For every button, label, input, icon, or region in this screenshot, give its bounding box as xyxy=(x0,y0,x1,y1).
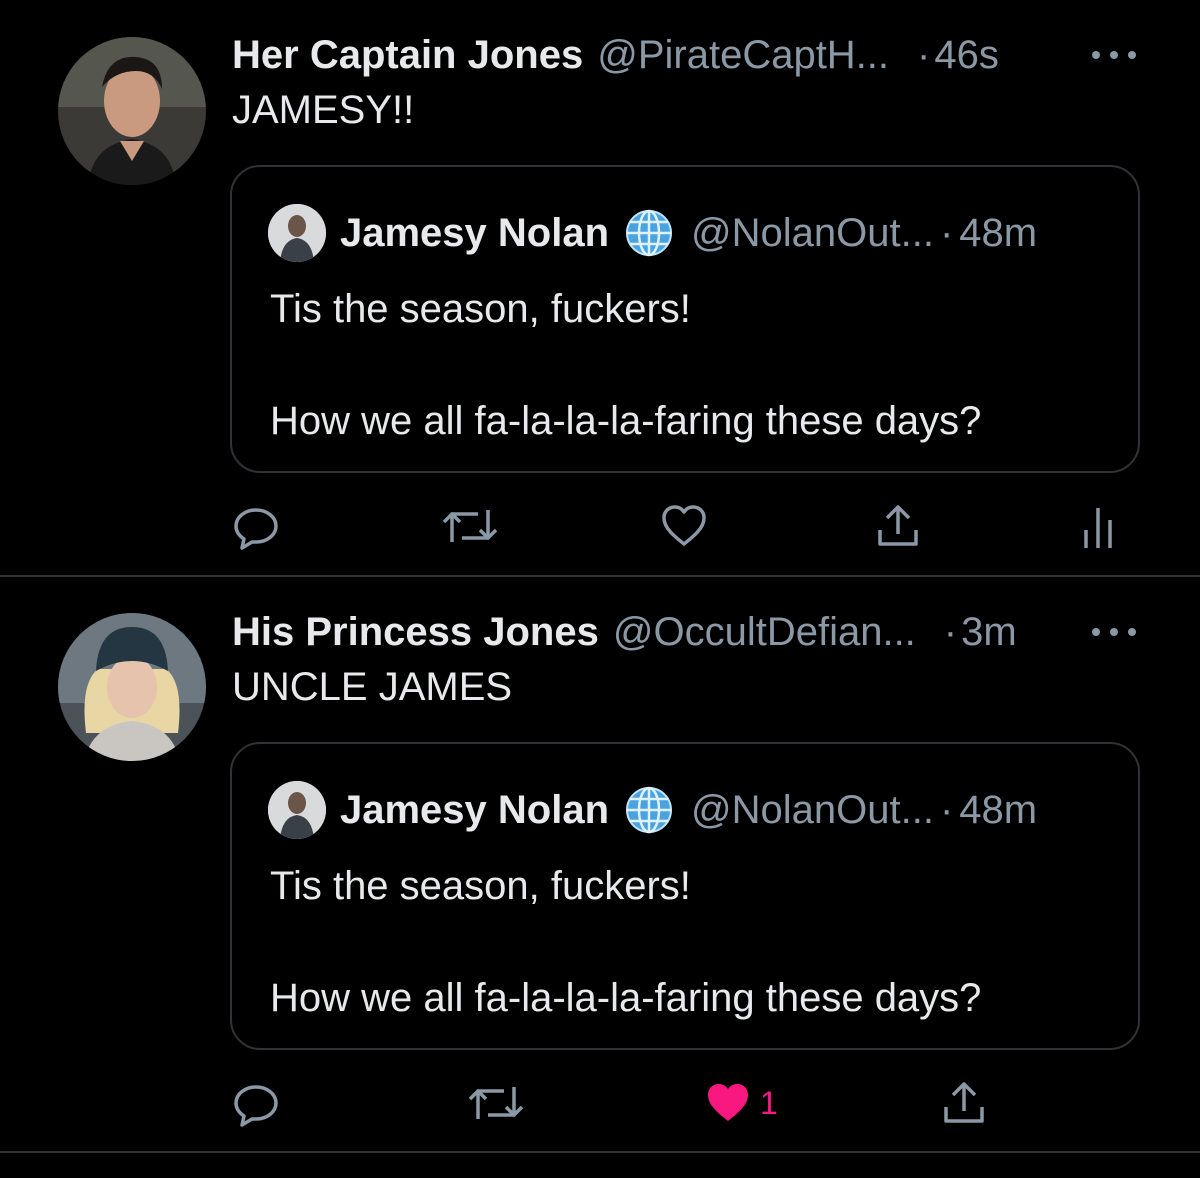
globe-icon xyxy=(626,786,673,834)
separator-dot: · xyxy=(939,210,954,255)
quoted-tweet-text-line: Tis the season, fuckers! xyxy=(270,287,691,331)
quoted-tweet[interactable]: Jamesy Nolan @NolanOut... · 48m Tis the … xyxy=(230,165,1140,473)
heart-outline-icon xyxy=(662,505,706,546)
reply-icon xyxy=(234,508,278,550)
share-button[interactable] xyxy=(874,500,922,552)
reply-button[interactable] xyxy=(232,500,280,552)
quoted-tweet-text-line: How we all fa-la-la-la-faring these days… xyxy=(270,976,982,1020)
quoted-tweet[interactable]: Jamesy Nolan @NolanOut... · 48m Tis the … xyxy=(230,742,1140,1050)
separator-dot: · xyxy=(917,32,931,77)
analytics-icon xyxy=(1084,508,1112,548)
quoted-tweet-text-line: How we all fa-la-la-la-faring these days… xyxy=(270,399,982,443)
retweet-button[interactable] xyxy=(440,500,500,552)
tweet-header: His Princess Jones @OccultDefian... · 3m xyxy=(232,607,1017,657)
quoted-tweet-timestamp: 48m xyxy=(959,210,1038,255)
tweet-timestamp[interactable]: 46s xyxy=(934,33,999,78)
heart-filled-icon xyxy=(708,1084,748,1121)
author-display-name[interactable]: His Princess Jones xyxy=(232,610,599,655)
reply-button[interactable] xyxy=(232,1077,280,1129)
like-button[interactable]: 1 xyxy=(704,1077,778,1129)
quoted-author-display-name: Jamesy Nolan xyxy=(340,787,610,832)
globe-icon xyxy=(626,209,673,257)
more-options-icon[interactable] xyxy=(1092,40,1136,70)
like-count: 1 xyxy=(760,1084,778,1121)
tweet-text: UNCLE JAMES xyxy=(232,665,513,709)
quoted-tweet-header: Jamesy Nolan @NolanOut... · 48m xyxy=(268,781,1038,839)
retweet-icon xyxy=(442,510,498,542)
author-display-name[interactable]: Her Captain Jones xyxy=(232,33,583,78)
tweet[interactable]: His Princess Jones @OccultDefian... · 3m… xyxy=(0,577,1200,1151)
share-button[interactable] xyxy=(940,1077,988,1129)
separator-dot: · xyxy=(943,609,958,654)
tweet-text: JAMESY!! xyxy=(232,88,415,132)
reply-icon xyxy=(234,1085,278,1127)
tweet-timestamp[interactable]: 3m xyxy=(961,610,1017,655)
quoted-author-display-name: Jamesy Nolan xyxy=(340,210,610,255)
quoted-tweet-text-line: Tis the season, fuckers! xyxy=(270,864,691,908)
separator-dot: · xyxy=(939,787,954,832)
tweet-header: Her Captain Jones @PirateCaptH... · 46s xyxy=(232,30,999,80)
more-options-icon[interactable] xyxy=(1092,617,1136,647)
quoted-author-handle: @NolanOut... xyxy=(691,787,934,832)
analytics-button[interactable] xyxy=(1080,500,1116,552)
like-button[interactable] xyxy=(660,500,708,552)
retweet-icon xyxy=(468,1087,524,1119)
divider xyxy=(0,1151,1200,1153)
tweet-actions xyxy=(0,500,1200,552)
retweet-button[interactable] xyxy=(466,1077,526,1129)
author-avatar[interactable] xyxy=(58,37,206,185)
tweet-actions: 1 xyxy=(0,1077,1200,1129)
share-icon xyxy=(944,1082,984,1123)
tweet[interactable]: Her Captain Jones @PirateCaptH... · 46s … xyxy=(0,0,1200,575)
author-avatar[interactable] xyxy=(58,613,206,761)
quoted-author-avatar xyxy=(268,204,326,262)
author-handle[interactable]: @OccultDefian... xyxy=(613,610,916,655)
quoted-author-handle: @NolanOut... xyxy=(691,210,934,255)
quoted-author-avatar xyxy=(268,781,326,839)
quoted-tweet-header: Jamesy Nolan @NolanOut... · 48m xyxy=(268,204,1038,262)
share-icon xyxy=(878,505,918,546)
quoted-tweet-timestamp: 48m xyxy=(959,787,1038,832)
author-handle[interactable]: @PirateCaptH... xyxy=(597,33,889,78)
